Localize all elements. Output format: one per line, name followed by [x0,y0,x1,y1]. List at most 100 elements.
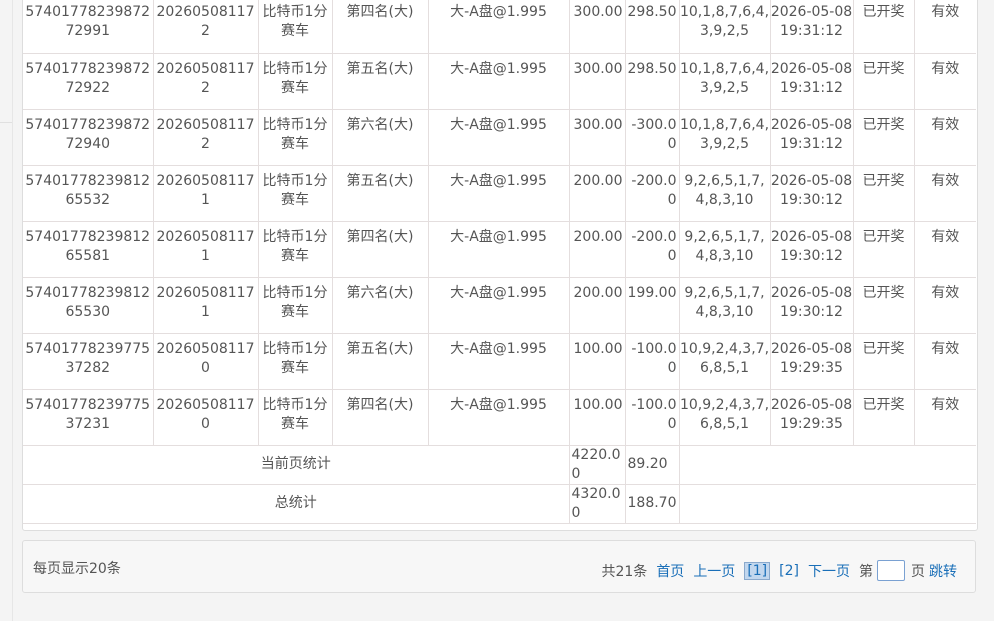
win-amount-cell: 199.00 [625,277,680,334]
play-cell: 第六名(大) [332,277,429,334]
result-cell: 9,2,6,5,1,7,4,8,3,10 [679,221,771,278]
win-amount-cell: -200.00 [625,165,680,222]
play-cell: 第四名(大) [332,389,429,446]
prev-page-link[interactable]: 上一页 [693,561,735,581]
bet-records-table: 5740177823987272991 202605081172 比特币1分赛车 第四… [23,0,976,524]
state-cell: 已开奖 [853,389,915,446]
state-cell: 已开奖 [853,109,915,166]
play-cell: 第四名(大) [332,221,429,278]
win-amount-cell: 298.50 [625,0,680,54]
bet-records-table-panel: 5740177823987272991 202605081172 比特币1分赛车 第四… [22,0,978,531]
summary-label: 当前页统计 [23,445,570,485]
time-cell: 2026-05-08 19:30:12 [770,277,854,334]
table-row: 5740177823977537231 202605081170 比特币1分赛车 第四… [23,389,976,446]
first-page-link[interactable]: 首页 [656,561,684,581]
order-id-cell: 5740177823981265532 [23,165,154,222]
summary-label: 总统计 [23,484,570,524]
order-id-cell: 5740177823987272922 [23,53,154,110]
state-cell: 已开奖 [853,333,915,390]
summary-win: 89.20 [625,445,680,485]
amount-cell: 300.00 [569,109,626,166]
game-cell: 比特币1分赛车 [258,109,333,166]
game-cell: 比特币1分赛车 [258,277,333,334]
valid-cell: 有效 [914,0,976,54]
issue-cell: 202605081170 [153,389,259,446]
valid-cell: 有效 [914,277,976,334]
win-amount-cell: -300.00 [625,109,680,166]
time-cell: 2026-05-08 19:30:12 [770,221,854,278]
order-id-cell: 5740177823977537282 [23,333,154,390]
page-2-link[interactable]: [2] [779,563,799,579]
issue-cell: 202605081171 [153,277,259,334]
odds-cell: 大-A盘@1.995 [428,109,570,166]
time-cell: 2026-05-08 19:29:35 [770,333,854,390]
summary-empty [679,484,976,524]
table-row: 5740177823987272940 202605081172 比特币1分赛车 第六… [23,109,976,166]
result-cell: 10,1,8,7,6,4,3,9,2,5 [679,109,771,166]
win-amount-cell: -100.00 [625,333,680,390]
valid-cell: 有效 [914,333,976,390]
amount-cell: 300.00 [569,53,626,110]
left-sidebar-edge [0,0,13,621]
page-1-link[interactable]: [1] [744,561,771,580]
order-id-cell: 5740177823977537231 [23,389,154,446]
state-cell: 已开奖 [853,0,915,54]
summary-amount: 4220.00 [569,445,626,485]
summary-win: 188.70 [625,484,680,524]
state-cell: 已开奖 [853,277,915,334]
amount-cell: 200.00 [569,165,626,222]
order-id-cell: 5740177823981265581 [23,221,154,278]
result-cell: 10,9,2,4,3,7,6,8,5,1 [679,389,771,446]
amount-cell: 100.00 [569,333,626,390]
game-cell: 比特币1分赛车 [258,165,333,222]
goto-page-input[interactable] [877,560,905,581]
game-cell: 比特币1分赛车 [258,0,333,54]
page-summary-row: 当前页统计 4220.00 89.20 [23,445,976,485]
state-cell: 已开奖 [853,165,915,222]
amount-cell: 300.00 [569,0,626,54]
goto-suffix: 页 [911,563,925,580]
sidebar-divider [0,122,12,123]
play-cell: 第五名(大) [332,53,429,110]
issue-cell: 202605081170 [153,333,259,390]
table-row: 5740177823987272991 202605081172 比特币1分赛车 第四… [23,0,976,54]
issue-cell: 202605081172 [153,53,259,110]
win-amount-cell: -100.00 [625,389,680,446]
goto-prefix: 第 [859,563,873,580]
odds-cell: 大-A盘@1.995 [428,389,570,446]
table-row: 5740177823977537282 202605081170 比特币1分赛车 第五… [23,333,976,390]
jump-button[interactable]: 跳转 [929,561,957,581]
issue-cell: 202605081172 [153,109,259,166]
odds-cell: 大-A盘@1.995 [428,53,570,110]
odds-cell: 大-A盘@1.995 [428,165,570,222]
total-summary-row: 总统计 4320.00 188.70 [23,484,976,524]
order-id-cell: 5740177823987272940 [23,109,154,166]
pager: 共21条 首页 上一页 [1] [2] 下一页 第 页 跳转 [592,560,957,581]
result-cell: 10,1,8,7,6,4,3,9,2,5 [679,0,771,54]
table-row: 5740177823981265581 202605081171 比特币1分赛车 第四… [23,221,976,278]
time-cell: 2026-05-08 19:31:12 [770,53,854,110]
table-row: 5740177823987272922 202605081172 比特币1分赛车 第五… [23,53,976,110]
table-row: 5740177823981265530 202605081171 比特币1分赛车 第六… [23,277,976,334]
play-cell: 第四名(大) [332,0,429,54]
valid-cell: 有效 [914,109,976,166]
amount-cell: 100.00 [569,389,626,446]
odds-cell: 大-A盘@1.995 [428,0,570,54]
time-cell: 2026-05-08 19:31:12 [770,0,854,54]
table-row: 5740177823981265532 202605081171 比特币1分赛车 第五… [23,165,976,222]
summary-empty [679,445,976,485]
game-cell: 比特币1分赛车 [258,389,333,446]
amount-cell: 200.00 [569,221,626,278]
time-cell: 2026-05-08 19:31:12 [770,109,854,166]
next-page-link[interactable]: 下一页 [808,561,850,581]
issue-cell: 202605081172 [153,0,259,54]
valid-cell: 有效 [914,165,976,222]
result-cell: 9,2,6,5,1,7,4,8,3,10 [679,165,771,222]
valid-cell: 有效 [914,221,976,278]
issue-cell: 202605081171 [153,165,259,222]
game-cell: 比特币1分赛车 [258,53,333,110]
win-amount-cell: 298.50 [625,53,680,110]
odds-cell: 大-A盘@1.995 [428,333,570,390]
valid-cell: 有效 [914,53,976,110]
issue-cell: 202605081171 [153,221,259,278]
